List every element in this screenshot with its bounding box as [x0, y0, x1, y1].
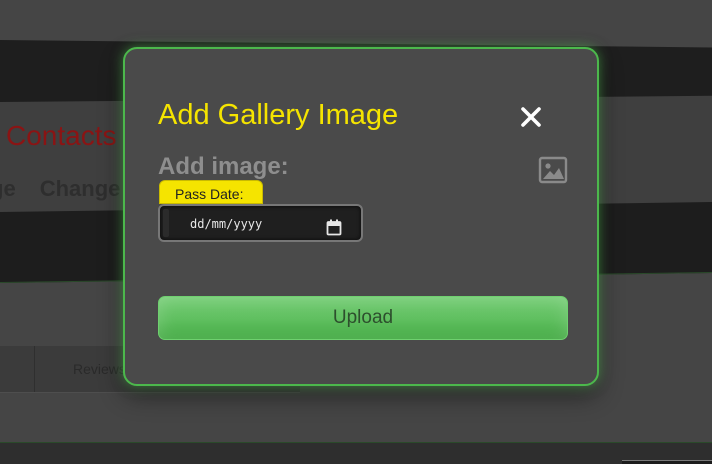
- modal-title: Add Gallery Image: [158, 99, 399, 131]
- add-gallery-image-modal: Add Gallery Image Add image: Pass Date: …: [123, 47, 599, 386]
- image-icon[interactable]: [538, 156, 568, 184]
- add-image-label: Add image:: [158, 153, 289, 180]
- calendar-icon[interactable]: [326, 219, 342, 236]
- pass-date-label: Pass Date:: [159, 180, 263, 204]
- close-icon[interactable]: [517, 103, 545, 131]
- date-field: [158, 204, 363, 242]
- upload-button[interactable]: Upload: [158, 296, 568, 340]
- pass-date-input[interactable]: [172, 210, 342, 238]
